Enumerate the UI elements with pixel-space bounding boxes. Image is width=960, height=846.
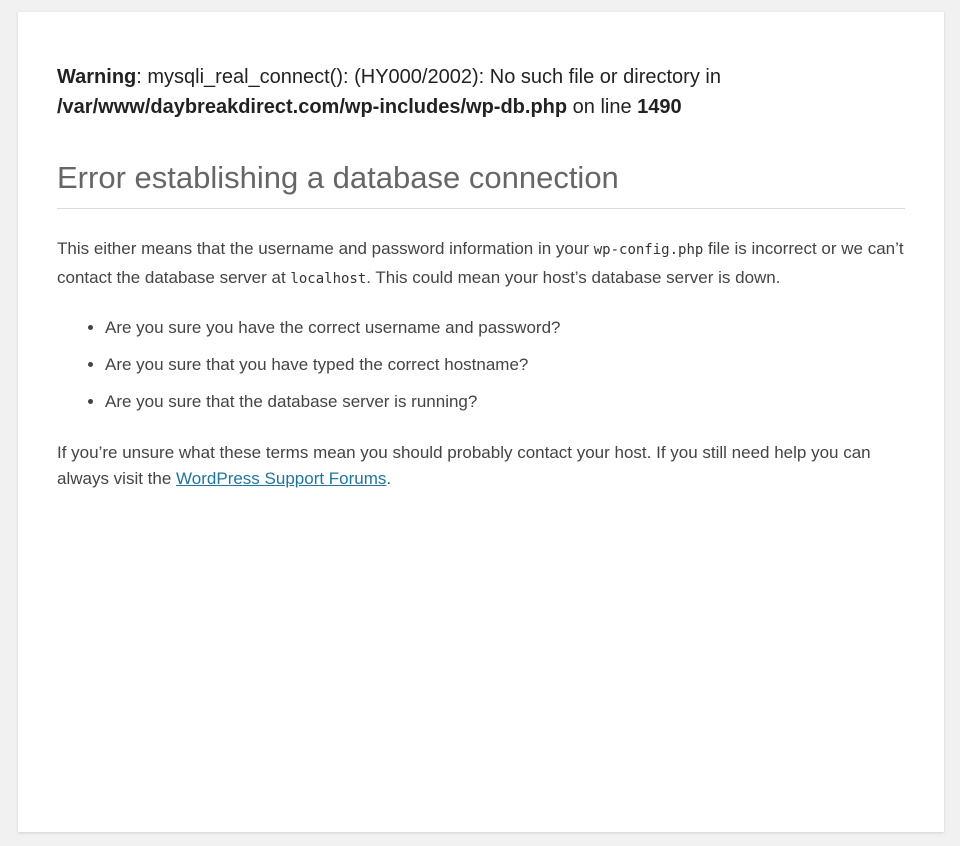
- checklist-item: Are you sure that you have typed the cor…: [105, 352, 905, 378]
- config-file-name: wp-config.php: [593, 242, 704, 258]
- error-page-card: Warning: mysqli_real_connect(): (HY000/2…: [18, 12, 944, 832]
- error-explanation: This either means that the username and …: [57, 235, 905, 293]
- database-host: localhost: [290, 271, 367, 287]
- explanation-text-part3: . This could mean your host’s database s…: [366, 268, 781, 287]
- php-warning-message: Warning: mysqli_real_connect(): (HY000/2…: [57, 62, 905, 122]
- warning-label: Warning: [57, 66, 137, 88]
- support-forums-link[interactable]: WordPress Support Forums: [176, 469, 386, 488]
- warning-line-number: 1490: [637, 96, 682, 118]
- warning-on-line-text: on line: [567, 96, 638, 118]
- checklist-item: Are you sure you have the correct userna…: [105, 315, 905, 341]
- error-heading: Error establishing a database connection: [57, 160, 905, 209]
- checklist-item: Are you sure that the database server is…: [105, 389, 905, 415]
- troubleshooting-checklist: Are you sure you have the correct userna…: [57, 315, 905, 415]
- help-text: If you’re unsure what these terms mean y…: [57, 440, 905, 492]
- warning-file-path: /var/www/daybreakdirect.com/wp-includes/…: [57, 96, 568, 118]
- explanation-text-part1: This either means that the username and …: [57, 239, 594, 258]
- warning-text: : mysqli_real_connect(): (HY000/2002): N…: [136, 66, 721, 88]
- help-text-after-link: .: [386, 469, 392, 488]
